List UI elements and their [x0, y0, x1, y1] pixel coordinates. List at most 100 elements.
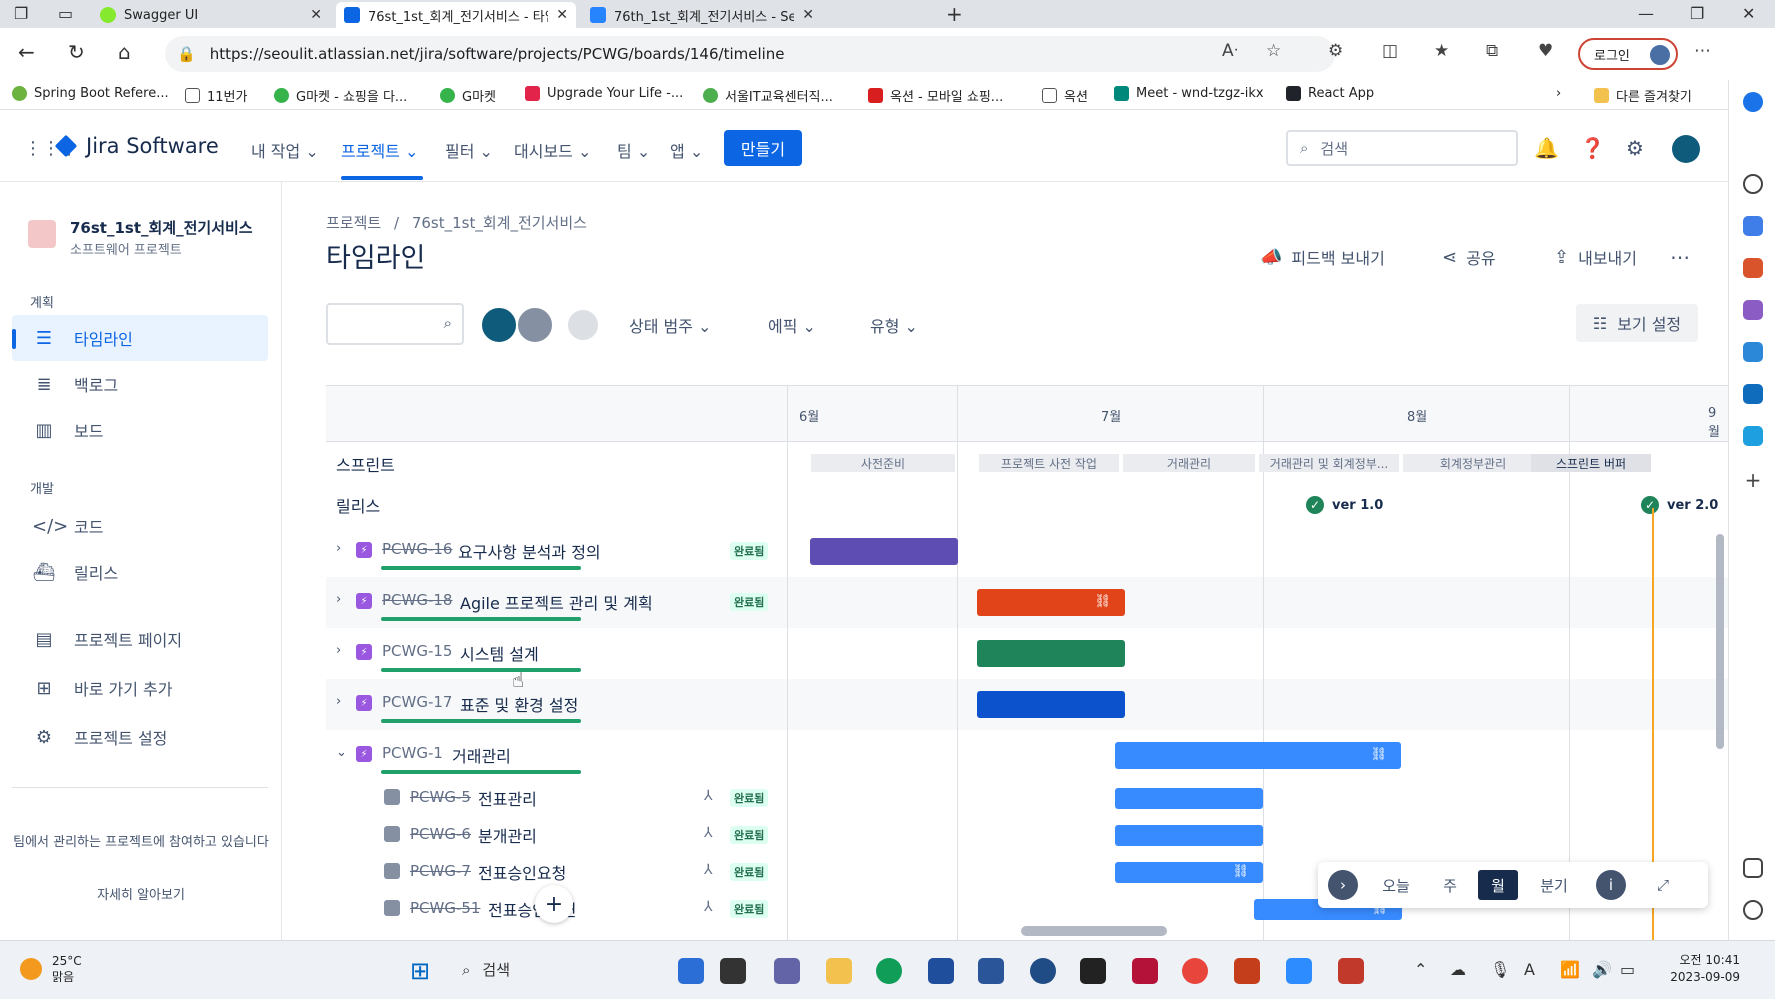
epic-bar-pcwg-15[interactable] — [977, 640, 1125, 667]
project-name[interactable]: 76st_1st_회계_전기서비스 — [70, 217, 253, 238]
share-button[interactable]: ⋖ 공유 — [1442, 245, 1496, 269]
epic-row[interactable]: › ⚡ PCWG-17 표준 및 환경 설정 — [326, 679, 786, 730]
chevron-right-icon[interactable]: › — [336, 643, 341, 658]
split-screen-icon[interactable]: ◫ — [1382, 41, 1398, 61]
add-icon[interactable]: + — [1743, 468, 1763, 492]
onedrive-icon[interactable]: ☁ — [1450, 960, 1466, 979]
bookmark-item[interactable]: G마켓 - 쇼핑을 다... — [274, 86, 407, 105]
nav-my-work[interactable]: 내 작업 ⌄ — [251, 138, 319, 162]
x-app-icon[interactable] — [1080, 958, 1106, 984]
epic-bar-pcwg-17[interactable] — [977, 691, 1125, 718]
close-tab-icon[interactable]: ✕ — [310, 7, 322, 23]
bookmark-item[interactable]: 11번가 — [185, 86, 247, 105]
intellij-icon[interactable] — [1132, 958, 1158, 984]
sidebar-toggle-icon[interactable] — [1743, 858, 1763, 878]
sprint-chip[interactable]: 스프린트 버퍼 — [1531, 454, 1651, 472]
zoom-quarter[interactable]: 분기 — [1526, 870, 1582, 900]
battery-icon[interactable]: ▭ — [1620, 960, 1635, 979]
bookmark-item[interactable]: Meet - wnd-tzgz-ikx — [1114, 86, 1264, 101]
drop-icon[interactable] — [1743, 426, 1763, 446]
store-icon[interactable] — [978, 958, 1004, 984]
child-issue-row[interactable]: PCWG-6 분개관리 ⅄ 완료됨 — [326, 816, 786, 853]
ime-icon[interactable]: A — [1524, 960, 1535, 979]
app-icon[interactable] — [1030, 958, 1056, 984]
chevron-down-icon[interactable]: ⌄ — [336, 745, 347, 760]
sprint-chip[interactable]: 회계정부관리 — [1403, 454, 1543, 472]
notifications-icon[interactable]: 🔔 — [1534, 136, 1559, 160]
bookmark-item[interactable]: Spring Boot Refere... — [12, 86, 169, 101]
more-menu-icon[interactable]: ⋯ — [1694, 41, 1711, 61]
add-issue-button[interactable]: + — [535, 885, 573, 923]
horizontal-scrollbar[interactable] — [1021, 926, 1167, 936]
games-icon[interactable] — [1743, 300, 1763, 320]
create-button[interactable]: 만들기 — [724, 130, 802, 166]
chevron-right-icon[interactable]: › — [336, 541, 341, 556]
chevron-right-icon[interactable]: › — [1556, 86, 1561, 101]
learn-more-link[interactable]: 자세히 알아보기 — [0, 884, 282, 903]
breadcrumb-projects[interactable]: 프로젝트 — [326, 214, 381, 232]
tab-jira-timeline[interactable]: 76st_1st_회계_전기서비스 - 타임 ✕ — [336, 2, 576, 28]
sprint-chip[interactable]: 프로젝트 사전 작업 — [979, 454, 1119, 472]
nav-apps[interactable]: 앱 ⌄ — [670, 138, 703, 162]
new-tab-icon[interactable]: + — [946, 2, 963, 26]
chrome-icon[interactable] — [1182, 958, 1208, 984]
bing-chat-icon[interactable] — [1743, 92, 1763, 112]
search-icon[interactable] — [1743, 174, 1763, 194]
breadcrumb-project[interactable]: 76st_1st_회계_전기서비스 — [412, 214, 587, 232]
bing-icon[interactable] — [678, 958, 704, 984]
browser-essentials-icon[interactable]: ♥ — [1538, 41, 1553, 61]
add-people-icon[interactable] — [566, 308, 600, 342]
bookmark-item[interactable]: G마켓 — [440, 86, 496, 105]
sprint-chip[interactable]: 사전준비 — [811, 454, 955, 472]
epic-row[interactable]: › ⚡ PCWG-15 시스템 설계 — [326, 628, 786, 679]
chevron-right-icon[interactable]: › — [336, 592, 341, 607]
weather-widget[interactable]: 25°C 맑음 — [20, 953, 82, 985]
tab-actions-icon[interactable]: ❐ — [14, 4, 28, 23]
sidebar-item-project-pages[interactable]: ▤ 프로젝트 페이지 — [12, 616, 268, 662]
epic-row[interactable]: › ⚡ PCWG-16 요구사항 분석과 정의 완료됨 — [326, 526, 786, 577]
wifi-icon[interactable]: 📶 — [1560, 960, 1580, 979]
profile-login-button[interactable]: 로그인 — [1578, 38, 1678, 70]
close-tab-icon[interactable]: ✕ — [556, 7, 568, 23]
more-actions-icon[interactable]: ⋯ — [1670, 245, 1690, 269]
user-avatar[interactable] — [1672, 135, 1700, 163]
close-window-icon[interactable]: ✕ — [1742, 4, 1755, 23]
settings-icon[interactable]: ⚙ — [1626, 136, 1644, 160]
nav-projects[interactable]: 프로젝트 ⌄ — [341, 138, 418, 162]
sprint-chip[interactable]: 거래관리 및 회계정부... — [1259, 454, 1399, 472]
epic-filter[interactable]: 에픽 ⌄ — [768, 313, 816, 337]
nav-arrow-icon[interactable]: › — [1328, 870, 1358, 900]
jira-logo[interactable]: Jira Software — [54, 134, 219, 158]
issue-bar[interactable] — [1115, 788, 1263, 809]
extensions-icon[interactable]: ⚙ — [1328, 41, 1343, 61]
child-issue-row[interactable]: PCWG-5 전표관리 ⅄ 완료됨 — [326, 779, 786, 816]
vertical-scrollbar[interactable] — [1716, 534, 1724, 749]
other-bookmarks-folder[interactable]: 다른 즐겨찾기 — [1594, 86, 1692, 105]
bookmark-item[interactable]: 서울IT교육센터직... — [703, 86, 833, 105]
sprint-chip[interactable]: 거래관리 — [1123, 454, 1255, 472]
epic-bar-pcwg-16[interactable] — [810, 538, 958, 565]
microsoft365-icon[interactable] — [1743, 342, 1763, 362]
nav-dashboards[interactable]: 대시보드 ⌄ — [514, 138, 591, 162]
minimize-icon[interactable]: — — [1638, 4, 1654, 23]
favorites-icon[interactable]: ★ — [1434, 41, 1449, 61]
zoom-week[interactable]: 주 — [1430, 870, 1470, 900]
tab-jira-2[interactable]: 76th_1st_회계_전기서비스 - Seo ✕ — [582, 2, 822, 28]
refresh-icon[interactable]: ↻ — [68, 40, 85, 64]
settings-icon[interactable] — [1743, 900, 1763, 920]
epic-row[interactable]: › ⚡ PCWG-18 Agile 프로젝트 관리 및 계획 완료됨 — [326, 577, 786, 628]
app-icon[interactable] — [1338, 958, 1364, 984]
sidebar-item-timeline[interactable]: ☰ 타임라인 — [12, 315, 268, 361]
bookmark-item[interactable]: Upgrade Your Life -... — [525, 86, 683, 101]
timeline-search-input[interactable]: ⌕ — [326, 303, 464, 345]
bookmark-item[interactable]: 옥션 — [1042, 86, 1088, 105]
close-tab-icon[interactable]: ✕ — [802, 7, 814, 23]
view-settings-button[interactable]: ☷ 보기 설정 — [1576, 304, 1698, 342]
epic-row[interactable]: ⌄ ⚡ PCWG-1 거래관리 — [326, 730, 786, 781]
type-filter[interactable]: 유형 ⌄ — [870, 313, 918, 337]
nav-teams[interactable]: 팀 ⌄ — [617, 138, 650, 162]
avatar[interactable] — [516, 306, 554, 344]
volume-icon[interactable]: 🔊 — [1592, 960, 1612, 979]
outlook-icon[interactable] — [1743, 384, 1763, 404]
vertical-tabs-icon[interactable]: ▭ — [58, 4, 73, 23]
